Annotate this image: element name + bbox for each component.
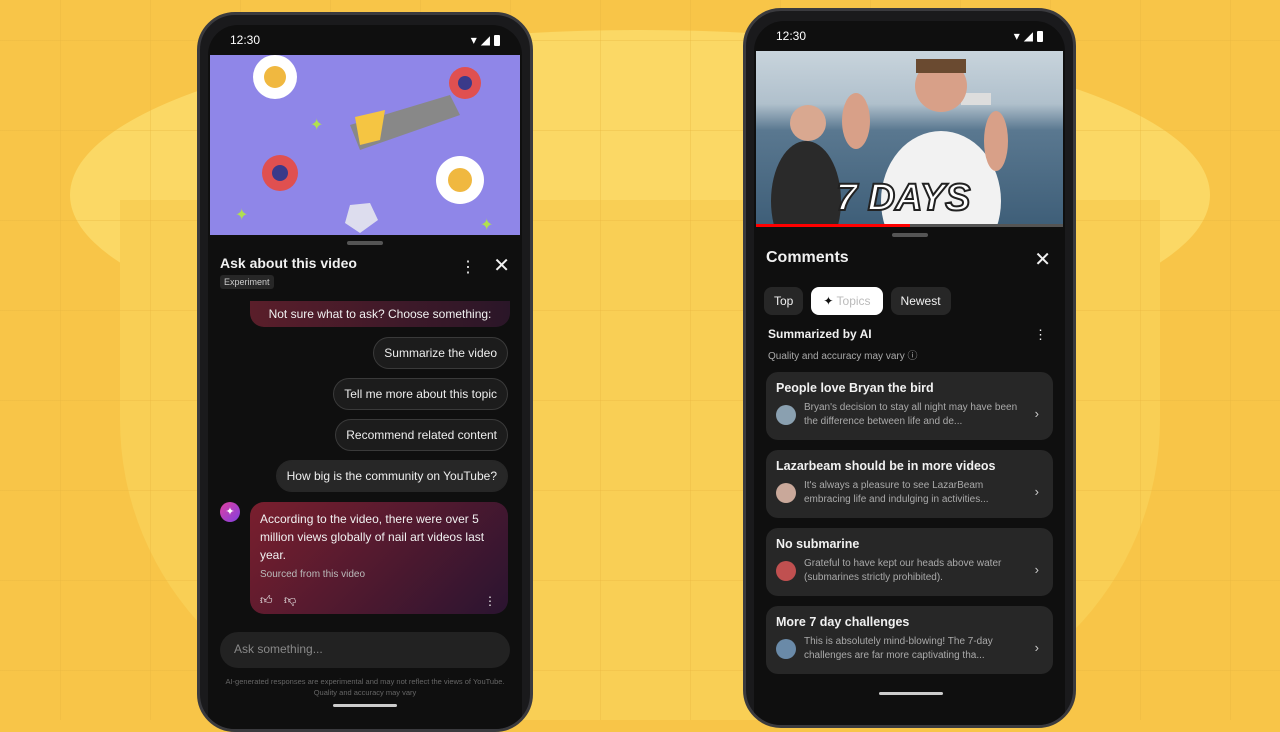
ask-input[interactable]: Ask something...	[220, 632, 510, 668]
tab-top[interactable]: Top	[764, 287, 804, 315]
suggestion-tell-more[interactable]: Tell me more about this topic	[333, 378, 508, 410]
chevron-right-icon: ›	[1034, 406, 1039, 421]
answer-source: Sourced from this video	[260, 569, 366, 580]
topic-card[interactable]: No submarine Grateful to have kept our he…	[766, 528, 1053, 596]
chevron-right-icon: ›	[1034, 562, 1039, 577]
topic-card[interactable]: More 7 day challenges This is absolutely …	[766, 606, 1053, 674]
suggestion-summarize[interactable]: Summarize the video	[373, 337, 508, 369]
sparkle-icon: ✦	[823, 294, 837, 308]
video-progress-bar[interactable]	[756, 224, 1063, 227]
topic-card[interactable]: People love Bryan the bird Bryan's decisi…	[766, 372, 1053, 440]
right-phone: 12:30 ▾ ◢ 7 DAYS Comments ✕ Top ✦ Topics …	[743, 8, 1076, 728]
left-phone: 12:30 ▾ ◢ ✦ ✦ ✦ Ask about this video Expe…	[197, 12, 533, 732]
disclaimer: AI-generated responses are experimental …	[225, 677, 505, 697]
video-thumbnail: ✦ ✦ ✦	[235, 55, 493, 234]
chevron-right-icon: ›	[1034, 640, 1039, 655]
sheet-drag-handle[interactable]	[347, 241, 383, 245]
answer-text: According to the video, there were over …	[260, 512, 485, 562]
avatar	[776, 405, 796, 425]
more-options-icon[interactable]: ⋮	[460, 257, 476, 277]
wifi-icon: ▾	[1013, 29, 1020, 43]
topic-text: This is absolutely mind-blowing! The 7-d…	[804, 636, 993, 661]
chevron-right-icon: ›	[1034, 484, 1039, 499]
tab-newest[interactable]: Newest	[890, 287, 951, 315]
ask-input-placeholder: Ask something...	[234, 642, 323, 656]
tab-topics-label: Topics	[836, 294, 871, 308]
avatar	[776, 639, 796, 659]
topic-text: Grateful to have kept our heads above wa…	[804, 558, 1002, 583]
sheet-title: Comments	[766, 249, 849, 266]
suggestion-recommend[interactable]: Recommend related content	[335, 419, 508, 451]
topic-title: People love Bryan the bird	[776, 381, 934, 395]
battery-icon	[1037, 30, 1043, 42]
thumbs-down-icon[interactable]: 👎︎	[284, 593, 296, 608]
answer-more-icon[interactable]: ⋮	[484, 594, 496, 608]
topic-text: It's always a pleasure to see LazarBeam …	[804, 480, 989, 505]
prompt-message: Not sure what to ask? Choose something:	[250, 301, 510, 327]
svg-text:✦: ✦	[310, 117, 323, 134]
svg-text:✦: ✦	[235, 207, 248, 224]
background-grid	[0, 0, 1280, 720]
video-title-overlay: 7 DAYS	[835, 176, 971, 220]
info-icon[interactable]: ⓘ	[908, 351, 918, 362]
wifi-icon: ▾	[470, 33, 477, 47]
video-player[interactable]: 7 DAYS	[756, 51, 1063, 227]
user-question: How big is the community on YouTube?	[275, 460, 508, 492]
experiment-badge: Experiment	[220, 275, 274, 289]
video-player[interactable]: ✦ ✦ ✦	[210, 55, 520, 235]
svg-text:✦: ✦	[480, 217, 493, 234]
close-icon[interactable]: ✕	[1034, 247, 1051, 272]
summary-subtitle: Quality and accuracy may vary	[768, 351, 905, 362]
sheet-drag-handle[interactable]	[891, 233, 928, 237]
topic-title: More 7 day challenges	[776, 615, 910, 629]
avatar	[776, 561, 796, 581]
ai-sparkle-icon: ✦	[220, 502, 240, 522]
avatar	[776, 483, 796, 503]
summary-more-icon[interactable]: ⋮	[1034, 327, 1047, 343]
clock: 12:30	[776, 29, 807, 43]
signal-icon: ◢	[1023, 29, 1033, 43]
status-bar: 12:30 ▾ ◢	[208, 25, 522, 55]
summary-title: Summarized by AI	[768, 327, 872, 341]
ai-answer: According to the video, there were over …	[250, 502, 508, 614]
battery-icon	[494, 34, 500, 46]
topic-card[interactable]: Lazarbeam should be in more videos It's a…	[766, 450, 1053, 518]
home-indicator	[333, 704, 397, 707]
tab-topics[interactable]: ✦ Topics	[811, 287, 883, 315]
signal-icon: ◢	[480, 33, 490, 47]
status-bar: 12:30 ▾ ◢	[754, 21, 1065, 51]
home-indicator	[879, 692, 943, 695]
topic-title: No submarine	[776, 537, 860, 551]
close-icon[interactable]: ✕	[493, 253, 510, 278]
clock: 12:30	[230, 33, 261, 47]
topic-text: Bryan's decision to stay all night may h…	[804, 402, 1018, 427]
thumbs-up-icon[interactable]: 👍︎	[260, 593, 273, 608]
topic-title: Lazarbeam should be in more videos	[776, 459, 996, 473]
